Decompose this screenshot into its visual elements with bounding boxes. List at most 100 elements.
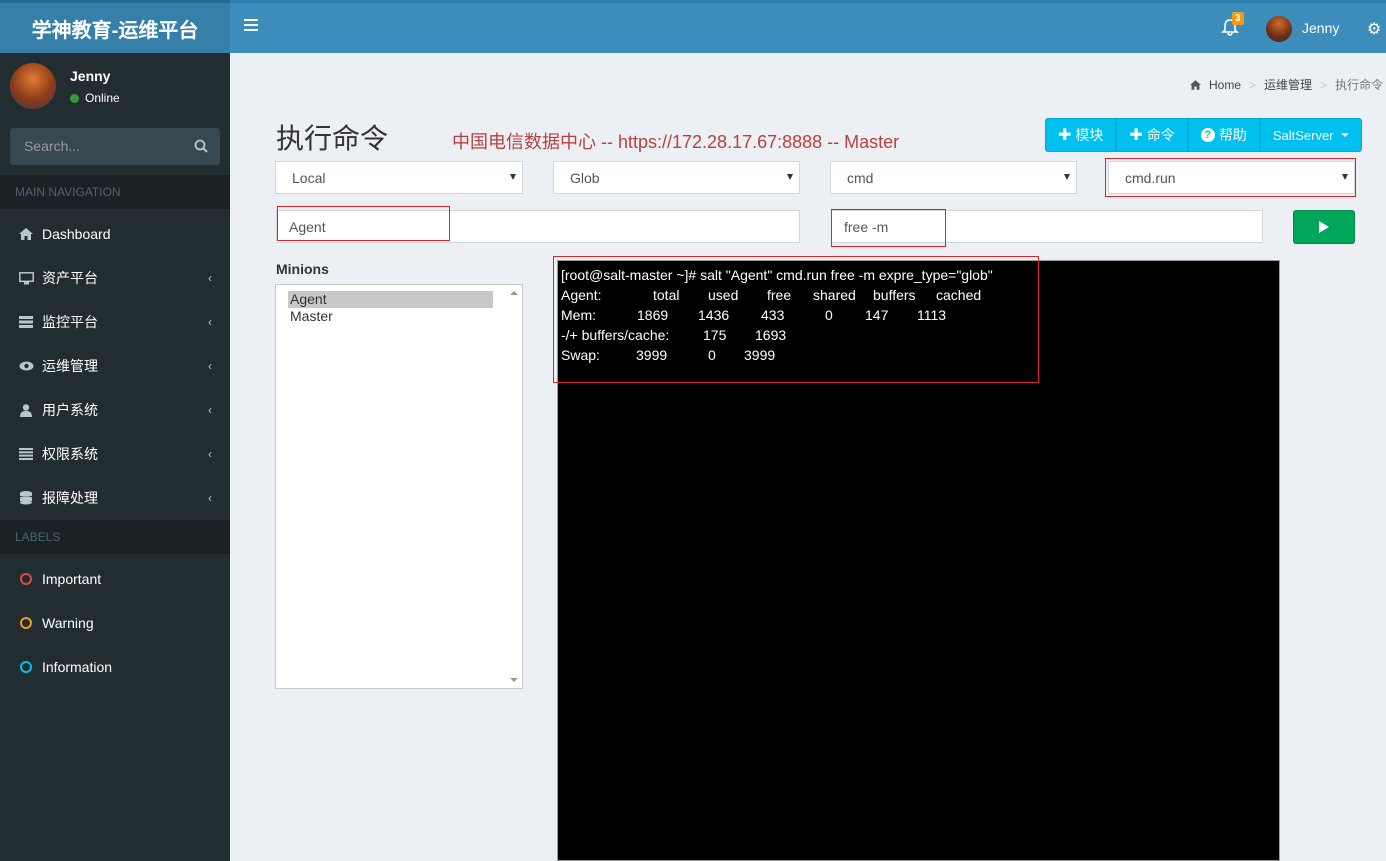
online-dot-icon xyxy=(70,93,79,103)
label-important[interactable]: Important xyxy=(0,557,230,601)
notification-badge: 3 xyxy=(1232,12,1244,25)
desktop-icon xyxy=(18,271,34,285)
arguments-input-value: free -m xyxy=(844,219,889,235)
sidebar-item-label: 监控平台 xyxy=(42,314,98,330)
listbox-scrollbar[interactable] xyxy=(506,285,522,688)
top-navbar: 3 Jenny ⚙ xyxy=(230,0,1386,53)
label-warning[interactable]: Warning xyxy=(0,601,230,645)
sidebar-item-monitoring[interactable]: 监控平台 ‹ xyxy=(0,300,230,344)
toolbar-button-group: ✚ 模块 ✚ 命令 ? 帮助 SaltServer xyxy=(1045,118,1362,152)
home-icon xyxy=(1190,79,1201,90)
plus-icon: ✚ xyxy=(1129,127,1143,144)
main-navigation-header: MAIN NAVIGATION xyxy=(0,175,230,209)
arguments-input[interactable]: free -m xyxy=(831,210,1263,243)
sidebar-item-users[interactable]: 用户系统 ‹ xyxy=(0,388,230,432)
menu-toggle-icon[interactable] xyxy=(244,19,258,33)
breadcrumb-section[interactable]: 运维管理 xyxy=(1264,76,1312,93)
terminal-swap-row: Swap: 3999 0 3999 xyxy=(561,345,1276,365)
help-label: 帮助 xyxy=(1218,127,1247,143)
terminal-mem-row: Mem: 1869 1436 433 0 147 1113 xyxy=(561,305,1276,325)
sidebar-search xyxy=(10,128,220,165)
help-button[interactable]: ? 帮助 xyxy=(1187,118,1260,152)
output-cell: free xyxy=(767,287,792,303)
label-text: Important xyxy=(42,571,102,587)
dropdown-arrow-icon xyxy=(510,174,516,180)
terminal-command-line: [root@salt-master ~]# salt "Agent" cmd.r… xyxy=(561,267,993,283)
circle-icon xyxy=(18,617,34,629)
minion-option-agent[interactable]: Agent xyxy=(288,291,493,308)
output-cell: 433 xyxy=(761,307,785,323)
user-icon xyxy=(18,403,34,417)
terminal-header-row: Agent: total used free shared buffers ca… xyxy=(561,285,1276,305)
chevron-left-icon: ‹ xyxy=(208,491,212,505)
chevron-left-icon: ‹ xyxy=(208,447,212,461)
sidebar-item-dashboard[interactable]: Dashboard xyxy=(0,212,230,256)
sidebar-item-label: 运维管理 xyxy=(42,358,98,374)
app-brand[interactable]: 学神教育-运维平台 xyxy=(0,0,230,53)
breadcrumb-home[interactable]: Home xyxy=(1209,78,1241,92)
run-command-button[interactable] xyxy=(1293,210,1355,244)
user-panel: Jenny Online xyxy=(0,53,230,118)
sidebar-search-input[interactable] xyxy=(10,128,180,164)
output-cell: 1113 xyxy=(917,307,947,323)
output-cell: 1693 xyxy=(755,327,787,343)
command-output-terminal[interactable]: [root@salt-master ~]# salt "Agent" cmd.r… xyxy=(557,260,1280,861)
salt-server-dropdown[interactable]: SaltServer xyxy=(1259,118,1362,152)
sidebar-item-ops[interactable]: 运维管理 ‹ xyxy=(0,344,230,388)
add-command-button[interactable]: ✚ 命令 xyxy=(1116,118,1188,152)
target-input[interactable]: Agent xyxy=(276,210,800,243)
terminal-buffers-row: -/+ buffers/cache: 175 1693 xyxy=(561,325,1276,345)
sidebar-item-label: 资产平台 xyxy=(42,270,98,286)
circle-icon xyxy=(18,661,34,673)
output-cell: 3999 xyxy=(744,347,776,363)
breadcrumb-separator: > xyxy=(1320,77,1328,92)
user-avatar[interactable] xyxy=(1266,16,1292,42)
module-select-value: cmd xyxy=(847,170,874,186)
caret-down-icon xyxy=(1340,133,1349,137)
output-cell: 1869 xyxy=(637,307,669,323)
sidebar: Jenny Online MAIN NAVIGATION Dashboard 资… xyxy=(0,53,230,861)
database-icon xyxy=(18,491,34,505)
output-cell: 175 xyxy=(703,327,727,343)
add-module-label: 模块 xyxy=(1075,127,1104,143)
label-text: Warning xyxy=(42,615,94,631)
settings-gear-icon[interactable]: ⚙ xyxy=(1367,19,1381,39)
minions-label: Minions xyxy=(276,261,329,277)
plus-icon: ✚ xyxy=(1058,127,1072,144)
user-menu-name[interactable]: Jenny xyxy=(1302,20,1339,36)
function-select[interactable]: cmd.run xyxy=(1108,161,1355,194)
scroll-down-icon[interactable] xyxy=(510,678,518,682)
scroll-up-icon[interactable] xyxy=(510,291,518,295)
minions-listbox[interactable]: Agent Master xyxy=(275,284,523,689)
client-select-value: Local xyxy=(292,170,326,186)
sidebar-avatar xyxy=(10,63,56,109)
list-icon xyxy=(18,448,34,460)
client-select[interactable]: Local xyxy=(275,161,523,194)
add-module-button[interactable]: ✚ 模块 xyxy=(1045,118,1117,152)
breadcrumb: Home > 运维管理 > 执行命令 xyxy=(1190,76,1383,93)
chevron-left-icon: ‹ xyxy=(208,359,212,373)
eye-icon xyxy=(18,361,34,371)
sidebar-item-permissions[interactable]: 权限系统 ‹ xyxy=(0,432,230,476)
home-icon xyxy=(18,228,34,240)
server-info-subtitle: 中国电信数据中心 -- https://172.28.17.67:8888 --… xyxy=(452,132,900,152)
label-information[interactable]: Information xyxy=(0,645,230,689)
module-select[interactable]: cmd xyxy=(830,161,1077,194)
dropdown-arrow-icon xyxy=(1342,174,1348,180)
dropdown-arrow-icon xyxy=(1064,174,1070,180)
sidebar-item-label: 用户系统 xyxy=(42,402,98,418)
output-cell: 147 xyxy=(865,307,889,323)
chevron-left-icon: ‹ xyxy=(208,403,212,417)
sidebar-item-label: 报障处理 xyxy=(42,490,98,506)
output-cell: 0 xyxy=(825,307,833,323)
minion-option-master[interactable]: Master xyxy=(288,308,493,325)
sidebar-item-tickets[interactable]: 报障处理 ‹ xyxy=(0,476,230,520)
search-icon[interactable] xyxy=(194,139,208,153)
labels-header: LABELS xyxy=(0,520,230,554)
output-cell: -/+ buffers/cache: xyxy=(561,327,670,343)
output-cell: shared xyxy=(813,287,856,303)
target-type-select[interactable]: Glob xyxy=(553,161,800,194)
sidebar-item-assets[interactable]: 资产平台 ‹ xyxy=(0,256,230,300)
play-icon xyxy=(1319,221,1329,233)
output-cell: buffers xyxy=(873,287,916,303)
